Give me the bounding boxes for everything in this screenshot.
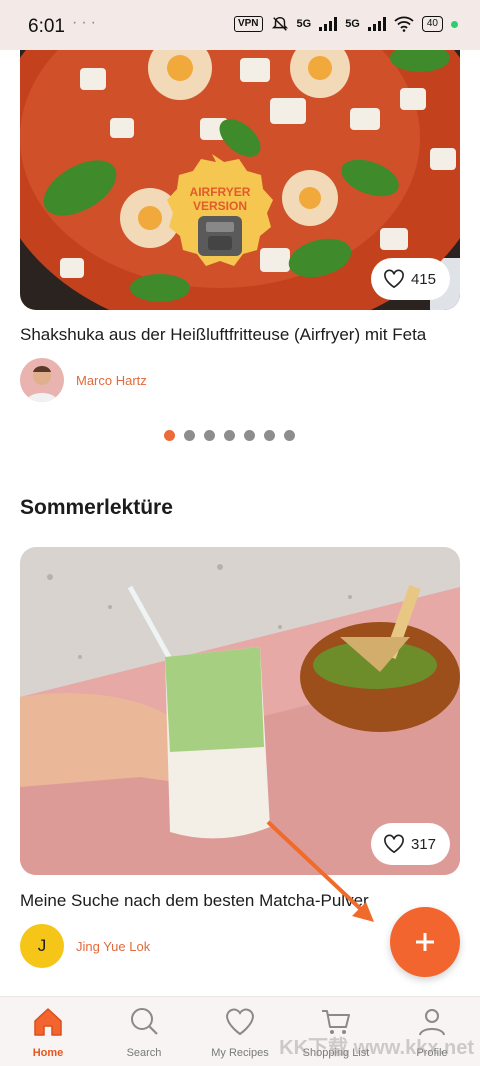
nav-search[interactable]: Search (96, 997, 192, 1066)
carousel-dot[interactable] (224, 430, 235, 441)
nav-label: Search (126, 1047, 162, 1059)
search-icon (131, 1008, 158, 1035)
network-5g-label-2: 5G (345, 18, 360, 30)
carousel-dot[interactable] (264, 430, 275, 441)
carousel-dot[interactable] (164, 430, 175, 441)
heart-icon (384, 269, 404, 289)
like-button[interactable]: 415 (370, 258, 450, 300)
status-time: 6:01 (28, 16, 65, 37)
network-5g-label: 5G (296, 18, 312, 30)
battery-icon: 40 (421, 16, 443, 32)
plus-icon (416, 933, 434, 951)
recipe-card-image-2[interactable]: 317 (20, 547, 460, 875)
author-row[interactable]: Marco Hartz (20, 358, 147, 402)
like-count: 415 (410, 270, 436, 288)
privacy-indicator-icon (451, 20, 458, 28)
carousel-dots (164, 430, 295, 441)
status-icons: VPN 5G 5G 40 (233, 15, 458, 33)
carousel-dot[interactable] (204, 430, 215, 441)
nav-label: My Recipes (211, 1047, 269, 1059)
mute-icon (271, 16, 288, 31)
carousel-dot[interactable] (184, 430, 195, 441)
status-more-dots: ··· (72, 14, 100, 31)
author-name[interactable]: Marco Hartz (76, 373, 147, 388)
nav-my-recipes[interactable]: My Recipes (192, 997, 288, 1066)
badge-line-2: VERSION (193, 199, 247, 213)
nav-home[interactable]: Home (0, 997, 96, 1066)
vpn-icon: VPN (233, 16, 263, 32)
add-recipe-button[interactable] (390, 907, 460, 977)
avatar: J (20, 924, 64, 968)
signal-icon (319, 17, 338, 31)
recipe-card-image-1[interactable]: AIRFRYER VERSION 415 (20, 28, 460, 310)
watermark: KK下载 www.kkx.net (279, 1037, 474, 1059)
status-bar: 6:01 ··· VPN 5G 5G 40 (0, 0, 480, 50)
section-title: Sommerlektüre (20, 496, 173, 519)
nav-label: Home (32, 1047, 64, 1059)
author-name[interactable]: Jing Yue Lok (76, 939, 150, 954)
signal-icon-2 (367, 17, 386, 31)
carousel-dot[interactable] (284, 430, 295, 441)
heart-icon (384, 834, 404, 854)
recipe-title[interactable]: Shakshuka aus der Heißluftfritteuse (Air… (20, 325, 426, 345)
badge-line-1: AIRFRYER (190, 185, 251, 199)
carousel-dot[interactable] (244, 430, 255, 441)
avatar (20, 358, 64, 402)
wifi-icon (394, 16, 414, 32)
like-count: 317 (410, 835, 436, 853)
author-row[interactable]: J Jing Yue Lok (20, 924, 150, 968)
home-icon (34, 1008, 62, 1036)
heart-icon (225, 1008, 255, 1036)
like-button[interactable]: 317 (370, 823, 450, 865)
arrow-annotation (266, 820, 374, 922)
